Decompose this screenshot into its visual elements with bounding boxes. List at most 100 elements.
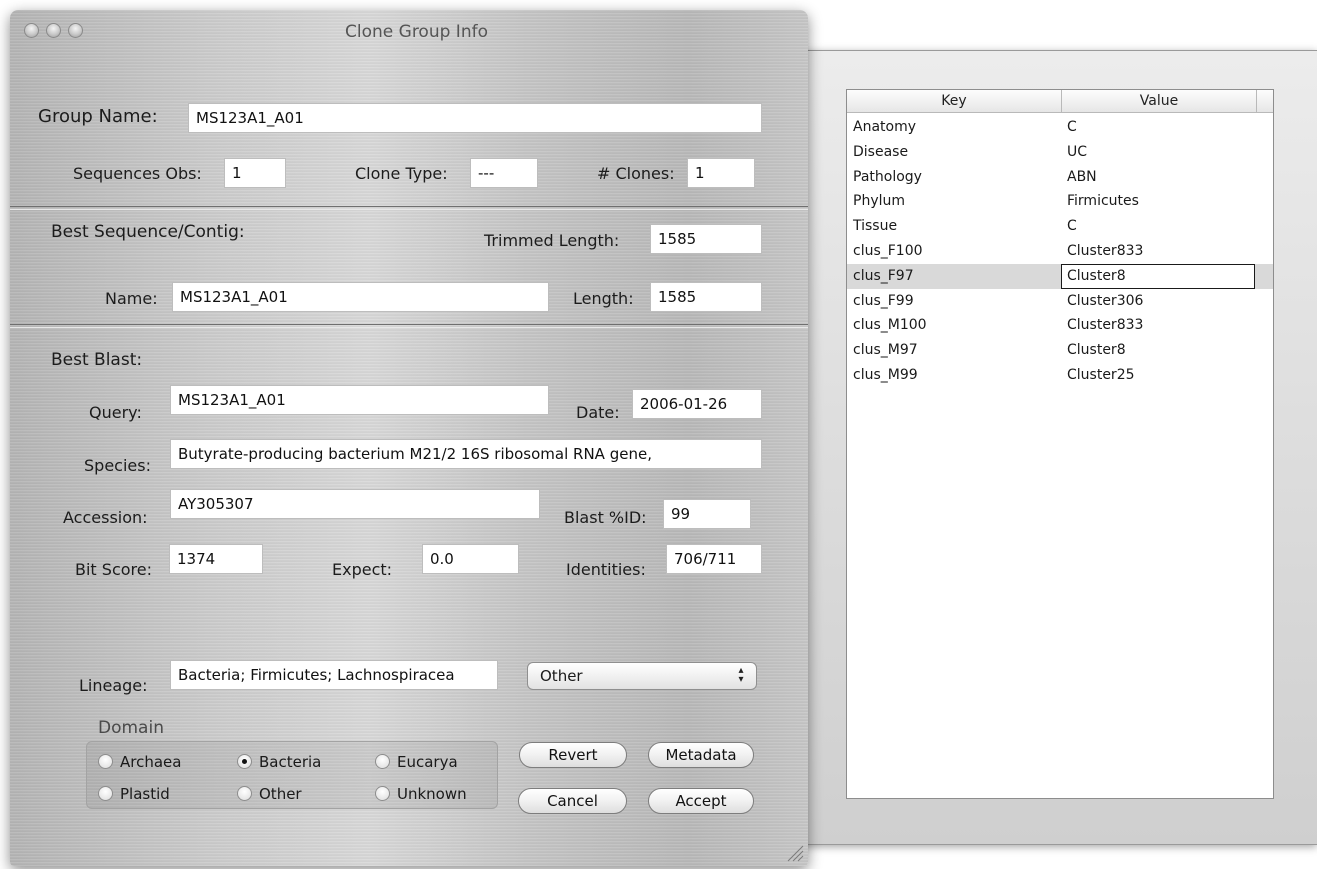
clones-label: # Clones: [597, 164, 675, 183]
domain-title: Domain [98, 718, 164, 738]
column-header-key[interactable]: Key [847, 90, 1062, 112]
bit-score-label: Bit Score: [75, 560, 152, 579]
group-name-field[interactable]: MS123A1_A01 [188, 103, 762, 133]
row-key: Tissue [853, 218, 898, 235]
row-value[interactable]: Cluster25 [1061, 363, 1255, 388]
radio-unknown[interactable]: Unknown [375, 784, 467, 804]
species-label: Species: [84, 456, 151, 475]
radio-label: Archaea [120, 753, 182, 771]
group-name-label: Group Name: [38, 106, 158, 127]
clones-field[interactable]: 1 [687, 158, 755, 188]
row-value[interactable]: Cluster306 [1061, 289, 1255, 314]
lineage-popup-value: Other [540, 667, 583, 685]
row-key: clus_F100 [853, 242, 923, 259]
radio-eucarya[interactable]: Eucarya [375, 752, 458, 772]
best-blast-title: Best Blast: [51, 350, 143, 370]
resize-grip-icon[interactable] [782, 840, 804, 862]
separator [10, 324, 808, 328]
table-row[interactable]: Anatomy C [847, 115, 1273, 140]
row-key: clus_M99 [853, 366, 918, 383]
radio-label: Unknown [397, 785, 467, 803]
query-label: Query: [89, 403, 142, 422]
table-row-selected[interactable]: clus_F97 Cluster8 [847, 263, 1273, 289]
row-value[interactable]: Cluster833 [1061, 239, 1255, 264]
radio-selected-icon [237, 754, 252, 769]
row-value[interactable]: UC [1061, 140, 1255, 165]
identities-label: Identities: [566, 560, 646, 579]
length-field[interactable]: 1585 [650, 282, 762, 312]
bit-score-field[interactable]: 1374 [169, 544, 263, 574]
table-row[interactable]: clus_M99 Cluster25 [847, 363, 1273, 388]
clone-type-label: Clone Type: [355, 164, 448, 183]
best-sequence-title: Best Sequence/Contig: [51, 222, 245, 242]
table-row[interactable]: Tissue C [847, 214, 1273, 239]
radio-icon [98, 754, 113, 769]
query-field[interactable]: MS123A1_A01 [170, 385, 549, 415]
sequences-obs-field[interactable]: 1 [224, 158, 286, 188]
row-value-editing[interactable]: Cluster8 [1061, 263, 1255, 289]
trimmed-length-label: Trimmed Length: [484, 231, 620, 250]
row-value[interactable]: C [1061, 115, 1255, 140]
sequence-name-field[interactable]: MS123A1_A01 [172, 282, 549, 312]
cancel-button[interactable]: Cancel [518, 788, 627, 814]
species-field[interactable]: Butyrate-producing bacterium M21/2 16S r… [170, 439, 762, 469]
popup-arrows-icon: ▴ ▾ [738, 665, 744, 685]
radio-label: Eucarya [397, 753, 458, 771]
metadata-table[interactable]: Key Value Anatomy C Disease UC Pathology… [846, 89, 1274, 799]
table-header: Key Value [847, 90, 1273, 113]
column-header-value[interactable]: Value [1062, 90, 1257, 112]
row-key: clus_M100 [853, 317, 927, 334]
table-row[interactable]: clus_M100 Cluster833 [847, 313, 1273, 338]
table-row[interactable]: clus_F99 Cluster306 [847, 289, 1273, 314]
length-label: Length: [573, 289, 634, 308]
row-key: Pathology [853, 168, 922, 185]
radio-label: Other [259, 785, 302, 803]
row-value[interactable]: Cluster833 [1061, 313, 1255, 338]
row-value[interactable]: Firmicutes [1061, 189, 1255, 214]
sequence-name-label: Name: [105, 289, 158, 308]
accession-label: Accession: [63, 508, 148, 527]
expect-label: Expect: [332, 560, 393, 579]
row-key: Disease [853, 143, 909, 160]
radio-bacteria[interactable]: Bacteria [237, 752, 321, 772]
lineage-popup[interactable]: Other ▴ ▾ [527, 662, 757, 690]
row-value[interactable]: C [1061, 214, 1255, 239]
blast-id-label: Blast %ID: [564, 508, 647, 527]
lineage-field[interactable]: Bacteria; Firmicutes; Lachnospiracea [170, 660, 498, 690]
lineage-label: Lineage: [79, 676, 148, 695]
radio-label: Bacteria [259, 753, 322, 771]
row-value[interactable]: ABN [1061, 165, 1255, 190]
clone-type-field[interactable]: --- [470, 158, 538, 188]
title-bar[interactable]: Clone Group Info [10, 10, 808, 54]
radio-icon [237, 786, 252, 801]
date-field[interactable]: 2006-01-26 [632, 389, 762, 419]
radio-icon [98, 786, 113, 801]
window-title: Clone Group Info [345, 22, 488, 42]
row-key: clus_F99 [853, 292, 914, 309]
row-key: Anatomy [853, 119, 917, 135]
row-value[interactable]: Cluster8 [1061, 338, 1255, 363]
sequences-obs-label: Sequences Obs: [73, 164, 202, 183]
table-row[interactable]: Disease UC [847, 140, 1273, 165]
row-key: clus_F97 [853, 267, 914, 284]
table-row[interactable]: Phylum Firmicutes [847, 189, 1273, 214]
accept-button[interactable]: Accept [648, 788, 754, 814]
blast-id-field[interactable]: 99 [663, 499, 751, 529]
separator [10, 206, 808, 210]
revert-button[interactable]: Revert [519, 742, 627, 768]
identities-field[interactable]: 706/711 [666, 544, 762, 574]
trimmed-length-field[interactable]: 1585 [650, 224, 762, 254]
row-key: clus_M97 [853, 342, 918, 359]
radio-label: Plastid [120, 785, 170, 803]
metadata-button[interactable]: Metadata [648, 742, 754, 768]
radio-archaea[interactable]: Archaea [98, 752, 181, 772]
expect-field[interactable]: 0.0 [422, 544, 519, 574]
date-label: Date: [576, 403, 620, 422]
radio-icon [375, 754, 390, 769]
table-row[interactable]: Pathology ABN [847, 165, 1273, 190]
table-row[interactable]: clus_F100 Cluster833 [847, 239, 1273, 264]
accession-field[interactable]: AY305307 [170, 489, 540, 519]
radio-other[interactable]: Other [237, 784, 302, 804]
radio-plastid[interactable]: Plastid [98, 784, 170, 804]
table-row[interactable]: clus_M97 Cluster8 [847, 338, 1273, 363]
